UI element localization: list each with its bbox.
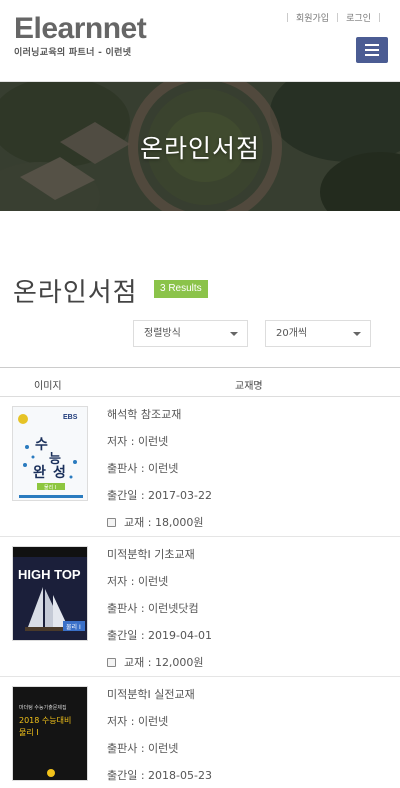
cover-title: 2018 수능대비	[19, 716, 71, 725]
book-publisher: 출판사 : 이런넷	[107, 742, 179, 755]
menu-bar	[365, 54, 379, 56]
book-author: 저자 : 이런넷	[107, 435, 169, 448]
cover-subject: 물리 I	[19, 728, 39, 737]
book-publisher: 출판사 : 이런넷	[107, 462, 179, 475]
site-logo[interactable]: Elearnnet 이러닝교육의 파트너 - 이런넷	[14, 12, 147, 59]
divider: |	[336, 12, 340, 23]
book-info: 해석학 참조교재 저자 : 이런넷 출판사 : 이런넷 출간일 : 2017-0…	[107, 406, 212, 530]
book-title[interactable]: 미적분학I 실전교재	[107, 686, 212, 702]
banner-title: 온라인서점	[139, 133, 260, 163]
page-title: 온라인서점	[13, 278, 138, 308]
caret-down-icon	[353, 332, 361, 336]
cover-series: 마더텅 수능기출문제집	[19, 704, 67, 711]
divider: |	[285, 12, 289, 23]
price-checkbox[interactable]	[107, 657, 116, 667]
cover-subject: 물리 I	[44, 484, 56, 491]
menu-bar	[365, 44, 379, 46]
book-price-option[interactable]: 교재 : 18,000원	[107, 514, 212, 530]
book-row: HIGH TOP 물리 I 미적분학I 기초교재 저자 : 이런넷 출판사 : …	[0, 537, 400, 677]
book-author: 저자 : 이런넷	[107, 575, 169, 588]
table-header: 이미지 교재명	[0, 367, 400, 397]
book-publisher: 출판사 : 이런넷닷컴	[107, 602, 199, 615]
book-date: 출간일 : 2017-03-22	[107, 489, 212, 502]
svg-text:성: 성	[53, 465, 66, 481]
price-checkbox[interactable]	[107, 517, 116, 527]
svg-text:완: 완	[33, 465, 46, 481]
svg-text:수: 수	[35, 437, 48, 453]
logo-tagline: 이러닝교육의 파트너 - 이런넷	[14, 48, 132, 58]
book-cover-art: EBS 수 능 완 성 물리 I	[13, 407, 87, 500]
book-author: 저자 : 이런넷	[107, 715, 169, 728]
sort-select[interactable]: 정렬방식	[133, 320, 248, 347]
book-date: 출간일 : 2018-05-23	[107, 769, 212, 782]
sort-select-value: 정렬방식	[144, 328, 181, 339]
column-header-name: 교재명	[235, 381, 263, 392]
book-cover-image[interactable]: HIGH TOP 물리 I	[12, 546, 88, 641]
cover-brand: EBS	[63, 414, 78, 421]
results-count-badge: 3 Results	[154, 280, 208, 298]
page-size-select-value: 20개씩	[276, 328, 308, 339]
site-header: Elearnnet 이러닝교육의 파트너 - 이런넷 | 회원가입 | 로그인 …	[0, 0, 400, 82]
book-info: 미적분학I 기초교재 저자 : 이런넷 출판사 : 이런넷닷컴 출간일 : 20…	[107, 546, 212, 670]
page-banner: 온라인서점	[0, 82, 400, 211]
cover-title: HIGH TOP	[18, 567, 81, 582]
book-row: EBS 수 능 완 성 물리 I 해석학 참조교재 저자 : 이런넷 출판사 :…	[0, 397, 400, 537]
book-cover-art: 마더텅 수능기출문제집 2018 수능대비 물리 I	[13, 687, 87, 780]
logo-text: Elearnnet	[14, 12, 147, 45]
cover-subject: 물리 I	[66, 623, 81, 631]
page-size-select[interactable]: 20개씩	[265, 320, 371, 347]
signup-link[interactable]: 회원가입	[296, 11, 329, 24]
book-date: 출간일 : 2019-04-01	[107, 629, 212, 642]
book-price: 교재 : 18,000원	[124, 516, 204, 529]
book-info: 미적분학I 실전교재 저자 : 이런넷 출판사 : 이런넷 출간일 : 2018…	[107, 686, 212, 788]
book-cover-image[interactable]: 마더텅 수능기출문제집 2018 수능대비 물리 I	[12, 686, 88, 781]
hamburger-menu-button[interactable]	[356, 37, 388, 63]
top-links: | 회원가입 | 로그인 |	[279, 11, 388, 25]
book-cover-art: HIGH TOP 물리 I	[13, 547, 87, 640]
caret-down-icon	[230, 332, 238, 336]
book-price: 교재 : 12,000원	[124, 656, 204, 669]
menu-bar	[365, 49, 379, 51]
book-cover-image[interactable]: EBS 수 능 완 성 물리 I	[12, 406, 88, 501]
column-header-image: 이미지	[34, 381, 62, 392]
book-row: 마더텅 수능기출문제집 2018 수능대비 물리 I 미적분학I 실전교재 저자…	[0, 677, 400, 788]
book-title[interactable]: 해석학 참조교재	[107, 406, 212, 422]
login-link[interactable]: 로그인	[346, 11, 371, 24]
book-price-option[interactable]: 교재 : 12,000원	[107, 654, 212, 670]
divider: |	[377, 12, 381, 23]
book-title[interactable]: 미적분학I 기초교재	[107, 546, 212, 562]
